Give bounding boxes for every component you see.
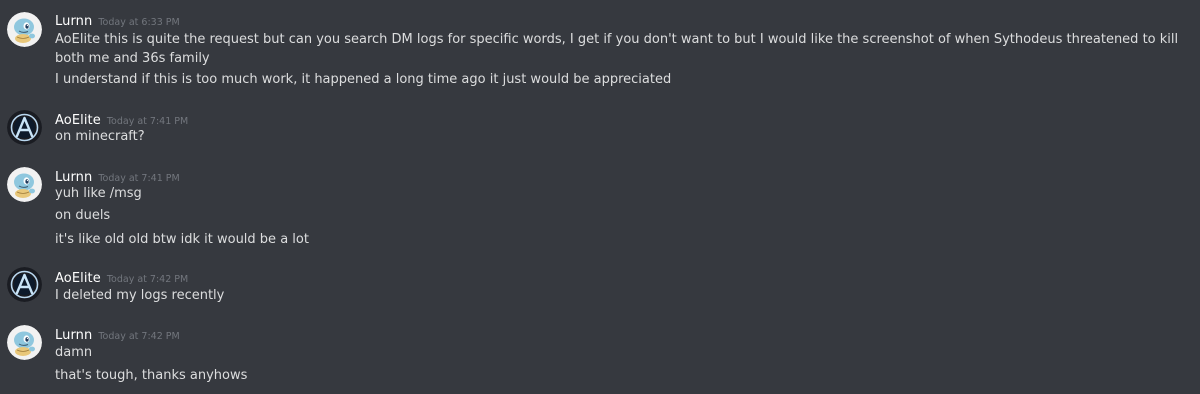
timestamp: Today at 7:42 PM	[106, 274, 189, 285]
squirtle-avatar-icon[interactable]	[7, 12, 42, 47]
message-text: AoElite this is quite the request but ca…	[55, 32, 1179, 66]
message-text: on duels	[55, 208, 111, 223]
timestamp: Today at 7:41 PM	[106, 116, 189, 127]
squirtle-avatar-icon[interactable]	[7, 167, 42, 202]
message-text: yuh like /msg	[55, 186, 142, 201]
dark-a-logo-avatar-icon[interactable]	[7, 267, 42, 302]
message-header: Lurnn Today at 6:33 PM	[55, 10, 180, 29]
message-text: on minecraft?	[55, 129, 145, 144]
username[interactable]: AoElite	[55, 113, 101, 128]
message-text: I understand if this is too much work, i…	[55, 72, 672, 87]
message-text: it's like old old btw idk it would be a …	[55, 232, 309, 247]
dark-a-logo-avatar-icon[interactable]	[7, 110, 42, 145]
timestamp: Today at 7:42 PM	[98, 331, 180, 342]
message-header: Lurnn Today at 7:41 PM	[55, 166, 180, 185]
message-header: AoElite Today at 7:41 PM	[55, 109, 189, 128]
message-text: damn	[55, 345, 93, 360]
username[interactable]: AoElite	[55, 271, 101, 286]
timestamp: Today at 7:41 PM	[98, 173, 180, 184]
message-header: Lurnn Today at 7:42 PM	[55, 324, 180, 343]
message-text: I deleted my logs recently	[55, 288, 225, 303]
message-header: AoElite Today at 7:42 PM	[55, 267, 189, 286]
timestamp: Today at 6:33 PM	[98, 17, 180, 28]
username[interactable]: Lurnn	[55, 328, 92, 343]
squirtle-avatar-icon[interactable]	[7, 325, 42, 360]
message-text: that's tough, thanks anyhows	[55, 368, 248, 383]
username[interactable]: Lurnn	[55, 170, 92, 185]
username[interactable]: Lurnn	[55, 14, 92, 29]
